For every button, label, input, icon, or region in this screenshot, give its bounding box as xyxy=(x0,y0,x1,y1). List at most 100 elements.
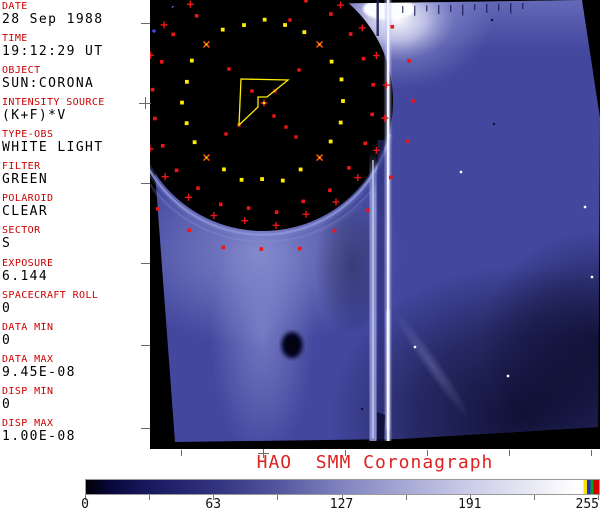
top-edge-bleed-mark xyxy=(414,5,416,16)
red-ring-outer-dot xyxy=(156,207,160,211)
top-edge-bleed-mark xyxy=(486,3,488,13)
top-edge-bleed-mark xyxy=(426,5,428,12)
colorbar xyxy=(85,479,600,495)
field-label: INTENSITY SOURCE xyxy=(2,97,105,109)
top-edge-bleed-mark xyxy=(438,5,440,15)
star-point xyxy=(413,345,417,349)
red-ring-outer-dot xyxy=(221,245,226,250)
dark-speck xyxy=(579,350,583,354)
field-label: DISP MAX xyxy=(2,417,54,429)
colorbar-tick xyxy=(277,495,279,500)
red-ring-outer-dot xyxy=(406,139,410,144)
metadata-field: FILTER GREEN xyxy=(2,162,150,187)
field-value: WHITE LIGHT xyxy=(2,140,104,156)
left-axis-tick xyxy=(141,428,150,429)
diagonal-x-mark-center xyxy=(205,43,208,46)
yellow-ring-dot xyxy=(262,17,267,22)
yellow-ring-dot xyxy=(239,177,244,182)
metadata-sidebar: DATE 28 Sep 1988 TIME 19:12:29 UT OBJECT SUN:… xyxy=(0,0,150,450)
scatter-dot xyxy=(272,114,276,118)
red-ring-inner-dot xyxy=(160,143,165,148)
metadata-field: TIME 19:12:29 UT xyxy=(2,34,150,59)
field-value: 1.00E-08 xyxy=(2,428,76,444)
red-ring-inner-dot xyxy=(171,32,176,37)
field-label: TYPE-OBS xyxy=(2,129,54,141)
scatter-dot xyxy=(250,89,254,93)
red-ring-inner-dot xyxy=(174,168,179,173)
colorbar-label: 0 xyxy=(81,497,89,512)
yellow-ring-dot xyxy=(328,139,333,144)
yellow-ring-dot xyxy=(329,59,334,64)
metadata-field: DATA MAX 9.45E-08 xyxy=(2,353,150,380)
scatter-dot xyxy=(288,18,292,22)
colorbar-label: 255 xyxy=(575,497,599,512)
top-edge-bleed-mark xyxy=(474,4,476,11)
colorbar-tick xyxy=(405,495,407,500)
top-edge-bleed-mark xyxy=(510,3,512,14)
red-ring-outer-dot xyxy=(259,247,264,251)
yellow-ring-dot xyxy=(184,79,189,84)
sun-center-dot xyxy=(262,101,266,105)
red-ring-inner-dot xyxy=(329,12,333,16)
field-label: DATA MAX xyxy=(2,353,54,365)
red-ring-inner-dot xyxy=(348,32,353,36)
field-label: EXPOSURE xyxy=(2,257,54,269)
red-ring-inner-dot xyxy=(328,188,332,193)
metadata-field: DATE 28 Sep 1988 xyxy=(2,2,150,27)
yellow-ring-dot xyxy=(338,120,343,125)
metadata-field: DISP MAX 1.00E-08 xyxy=(2,417,150,444)
left-axis-tick xyxy=(141,345,150,346)
metadata-field: TYPE-OBS WHITE LIGHT xyxy=(2,130,150,155)
red-ring-inner-dot xyxy=(363,141,367,146)
diagonal-x-mark-center xyxy=(205,156,208,159)
yellow-ring-dot xyxy=(298,167,303,172)
field-label: SECTOR xyxy=(2,225,41,237)
yellow-ring-dot xyxy=(341,99,345,103)
yellow-ring-dot xyxy=(280,178,285,183)
dark-speck xyxy=(492,122,496,126)
diagonal-x-mark-center xyxy=(318,156,321,159)
metadata-field: DISP MIN 0 xyxy=(2,385,150,412)
red-ring-inner-dot xyxy=(371,82,376,87)
diagonal-x-mark-center xyxy=(318,43,321,46)
star-point xyxy=(459,170,463,174)
coronagraph-image xyxy=(150,0,600,449)
top-edge-bleed-mark xyxy=(498,3,500,11)
field-value: 0 xyxy=(2,396,12,412)
yellow-ring-dot xyxy=(242,23,246,27)
scatter-dot xyxy=(224,132,228,136)
field-value: CLEAR xyxy=(2,204,49,220)
red-ring-inner-dot xyxy=(196,186,200,190)
metadata-field: SECTOR S xyxy=(2,226,150,251)
star-point xyxy=(590,275,594,279)
yellow-ring-dot xyxy=(184,121,189,126)
red-ring-inner-dot xyxy=(361,56,366,61)
metadata-field: POLAROID CLEAR xyxy=(2,194,150,219)
field-value: SUN:CORONA xyxy=(2,76,95,92)
colorbar-tick xyxy=(533,495,535,500)
metadata-field: INTENSITY SOURCE (K+F)*V xyxy=(2,98,150,123)
yellow-ring-dot xyxy=(339,77,344,82)
yellow-ring-dot xyxy=(220,27,225,32)
image-title: HAO SMM Coronagraph xyxy=(256,452,494,473)
red-ring-inner-dot xyxy=(301,199,305,204)
field-label: DATE xyxy=(2,1,28,12)
metadata-field: SPACECRAFT ROLL 0 xyxy=(2,289,150,316)
yellow-ring-dot xyxy=(283,23,287,27)
field-value: 19:12:29 UT xyxy=(2,44,104,60)
field-value: 9.45E-08 xyxy=(2,364,76,380)
field-value: 0 xyxy=(2,300,12,316)
colorbar-label: 127 xyxy=(329,497,354,512)
left-axis-tick xyxy=(141,183,150,184)
red-ring-outer-dot xyxy=(187,228,192,232)
field-label: DATA MIN xyxy=(2,321,54,333)
field-label: POLAROID xyxy=(2,193,54,205)
field-label: DISP MIN xyxy=(2,385,54,397)
top-edge-bleed-mark xyxy=(462,4,464,16)
red-ring-outer-dot xyxy=(366,208,370,213)
field-label: SPACECRAFT ROLL xyxy=(2,289,99,301)
metadata-field: OBJECT SUN:CORONA xyxy=(2,66,150,91)
red-ring-inner-dot xyxy=(370,112,374,117)
field-value: (K+F)*V xyxy=(2,108,67,124)
yellow-ring-dot xyxy=(260,177,264,181)
